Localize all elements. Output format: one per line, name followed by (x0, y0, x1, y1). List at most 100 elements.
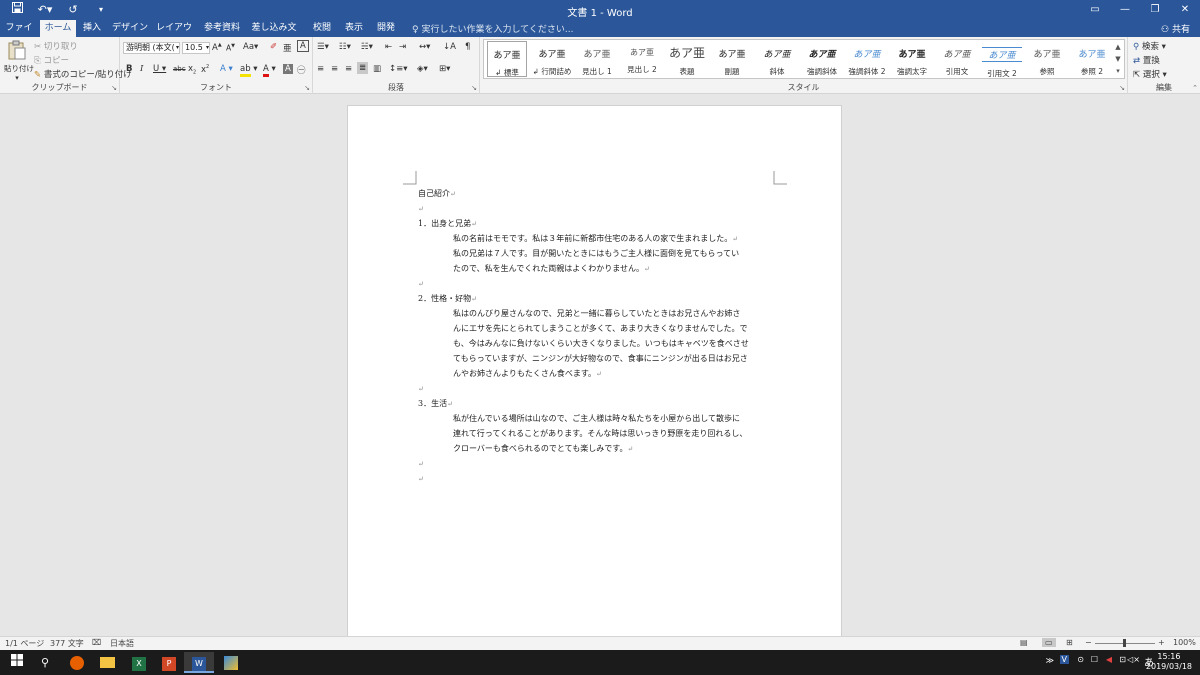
document-line[interactable]: ↵ (418, 456, 778, 471)
clear-formatting-icon[interactable]: ✐ (270, 42, 277, 52)
format-painter-button[interactable]: ✎ 書式のコピー/貼り付け (34, 68, 132, 80)
collapse-ribbon-icon[interactable]: ⌃ (1192, 84, 1198, 92)
dialog-launcher-icon[interactable]: ↘ (111, 84, 117, 92)
align-left-icon[interactable]: ≡ (317, 64, 324, 74)
subscript-icon[interactable]: x2 (188, 64, 196, 76)
tab-review[interactable]: 校閲 (308, 20, 336, 37)
excel-icon[interactable]: X (124, 652, 154, 673)
font-size-combo[interactable]: 10.5 ▾ (182, 42, 210, 54)
document-line[interactable]: たので、私を生んでくれた両親はよくわかりません。↵ (418, 261, 778, 276)
font-name-combo[interactable]: 游明朝 (本文(▾ (123, 42, 180, 54)
underline-icon[interactable]: U ▾ (153, 64, 166, 74)
document-line[interactable]: クローバーも食べられるのでとても楽しみです。↵ (418, 441, 778, 456)
document-body[interactable]: 自己紹介↵ ↵ 1．出身と兄弟↵ 私の名前はモモです。私は３年前に新都市住宅のある人の… (418, 186, 778, 486)
style-quote[interactable]: あア亜 引用文 (937, 41, 977, 77)
document-line[interactable]: ↵ (418, 276, 778, 291)
bullets-icon[interactable]: ☰▾ (317, 42, 329, 52)
font-color-icon[interactable]: A ▾ (263, 64, 276, 77)
shading-icon[interactable]: ◈▾ (417, 64, 428, 74)
web-layout-icon[interactable]: ⊞ (1066, 638, 1073, 647)
tray-app-icon[interactable]: ◀ (1106, 655, 1112, 664)
word-count[interactable]: 377 文字 (50, 638, 84, 649)
style-subtitle[interactable]: あア亜 副題 (712, 41, 752, 77)
align-right-icon[interactable]: ≡ (345, 64, 352, 74)
style-title[interactable]: あア亜 表題 (667, 41, 707, 77)
firefox-icon[interactable] (62, 652, 92, 673)
line-spacing-icon[interactable]: ↕≡▾ (389, 64, 408, 74)
distributed-icon[interactable]: ▥ (373, 64, 381, 74)
find-button[interactable]: ⚲ 検索 ▾ (1133, 40, 1166, 52)
document-line[interactable]: ↵ (418, 201, 778, 216)
document-line[interactable]: 私の兄弟は７人です。目が開いたときにはもうご主人様に面倒を見てもらってい (418, 246, 778, 261)
character-shading-icon[interactable]: A (283, 64, 293, 74)
network-icon[interactable]: ≫ (1046, 656, 1054, 665)
document-line[interactable]: ↵ (418, 381, 778, 396)
style-reference-2[interactable]: あア亜 参照 2 (1072, 41, 1112, 77)
powerpoint-icon[interactable]: P (154, 652, 184, 673)
tab-view[interactable]: 表示 (340, 20, 368, 37)
style-strong[interactable]: あア亜 強調太字 (892, 41, 932, 77)
document-line[interactable]: てもらっていますが、ニンジンが大好物なので、食事にニンジンが出る日はお兄さ (418, 351, 778, 366)
grow-font-icon[interactable]: A▲ (212, 42, 222, 53)
gallery-scroll[interactable]: ▲ ▼ ▾ (1113, 41, 1123, 77)
enclose-characters-icon[interactable]: A (297, 40, 309, 52)
style-intense-emphasis-2[interactable]: あア亜 強調斜体 2 (847, 41, 887, 77)
document-line[interactable]: 私はのんびり屋さんなので、兄弟と一緒に暮らしていたときはお兄さんやお姉さ (418, 306, 778, 321)
enclosed-character-icon[interactable]: ㊀ (297, 64, 306, 76)
ribbon-display-options-icon[interactable]: ▭ (1080, 0, 1110, 20)
zoom-in-icon[interactable]: + (1158, 638, 1165, 647)
tab-layout[interactable]: レイアウト (154, 20, 194, 49)
tab-references[interactable]: 参考資料 (200, 20, 244, 37)
close-icon[interactable]: ✕ (1170, 0, 1200, 20)
select-button[interactable]: ⇱ 選択 ▾ (1133, 68, 1167, 80)
tab-insert[interactable]: 挿入 (78, 20, 106, 37)
document-line[interactable]: ↵ (418, 471, 778, 486)
language-indicator[interactable]: 日本語 (110, 638, 134, 649)
search-icon[interactable]: ⚲ (30, 652, 60, 673)
paste-button[interactable]: 貼り付け ▾ (4, 40, 34, 82)
document-line[interactable]: 1．出身と兄弟↵ (418, 216, 778, 231)
page-count[interactable]: 1/1 ページ (5, 638, 44, 649)
document-line[interactable]: も、今はみんなに負けないくらい大きくなりました。いつもはキャベツを食べさせ (418, 336, 778, 351)
clock[interactable]: 15:16 2019/03/18 (1146, 652, 1192, 672)
style-emphasis[interactable]: あア亜 斜体 (757, 41, 797, 77)
style-heading-2[interactable]: あア亜 見出し 2 (622, 41, 662, 77)
copy-button[interactable]: ⎘ コピー (34, 54, 69, 66)
character-spacing-icon[interactable]: ↔▾ (419, 42, 430, 52)
document-line[interactable]: 私の名前はモモです。私は３年前に新都市住宅のある人の家で生まれました。↵ (418, 231, 778, 246)
style-heading-1[interactable]: あア亜 見出し 1 (577, 41, 617, 77)
sort-icon[interactable]: ↓A (443, 42, 456, 52)
word-icon[interactable]: W (184, 652, 214, 673)
start-icon[interactable] (2, 652, 32, 673)
tab-mailings[interactable]: 差し込み文書 (248, 20, 300, 49)
cut-button[interactable]: ✂ 切り取り (34, 40, 78, 52)
borders-icon[interactable]: ⊞▾ (439, 64, 450, 74)
dialog-launcher-icon[interactable]: ↘ (304, 84, 310, 92)
tab-file[interactable]: ファイル (2, 20, 36, 49)
chevron-up-icon[interactable]: ▲ (1113, 41, 1123, 53)
document-line[interactable]: 私が住んでいる場所は山なので、ご主人様は時々私たちを小屋から出して散歩に (418, 411, 778, 426)
read-mode-icon[interactable]: ▤ (1020, 638, 1028, 647)
document-line[interactable]: 自己紹介↵ (418, 186, 778, 201)
minimize-icon[interactable]: — (1110, 0, 1140, 20)
tab-developer[interactable]: 開発 (372, 20, 400, 37)
tray-app-icon[interactable]: V (1059, 655, 1069, 664)
superscript-icon[interactable]: x2 (201, 64, 209, 75)
decrease-indent-icon[interactable]: ⇤ (385, 42, 392, 52)
justify-icon[interactable]: ≣ (357, 62, 369, 74)
show-marks-icon[interactable]: ¶ (465, 42, 470, 52)
align-center-icon[interactable]: ≡ (331, 64, 338, 74)
style-intense-quote[interactable]: あア亜 引用文 2 (982, 41, 1022, 78)
phonetic-guide-icon[interactable]: 亜 (283, 42, 292, 54)
tell-me-box[interactable]: ♀ 実行したい作業を入力してください... (412, 22, 574, 35)
change-case-icon[interactable]: Aa▾ (243, 42, 258, 52)
document-line[interactable]: 連れて行ってくれることがあります。そんな時は思いっきり野原を走り回れるし、 (418, 426, 778, 441)
document-page[interactable]: 自己紹介↵ ↵ 1．出身と兄弟↵ 私の名前はモモです。私は３年前に新都市住宅のある人の… (347, 105, 842, 645)
style-normal[interactable]: あア亜 ↲ 標準 (487, 41, 527, 77)
style-no-spacing[interactable]: あア亜 ↲ 行間詰め (532, 41, 572, 77)
dialog-launcher-icon[interactable]: ↘ (471, 84, 477, 92)
tray-app-icon[interactable]: ☐ (1091, 655, 1098, 664)
chevron-down-icon[interactable]: ▼ (1113, 53, 1123, 65)
italic-icon[interactable]: I (140, 64, 143, 74)
volume-icon[interactable]: ◁× (1127, 655, 1140, 664)
